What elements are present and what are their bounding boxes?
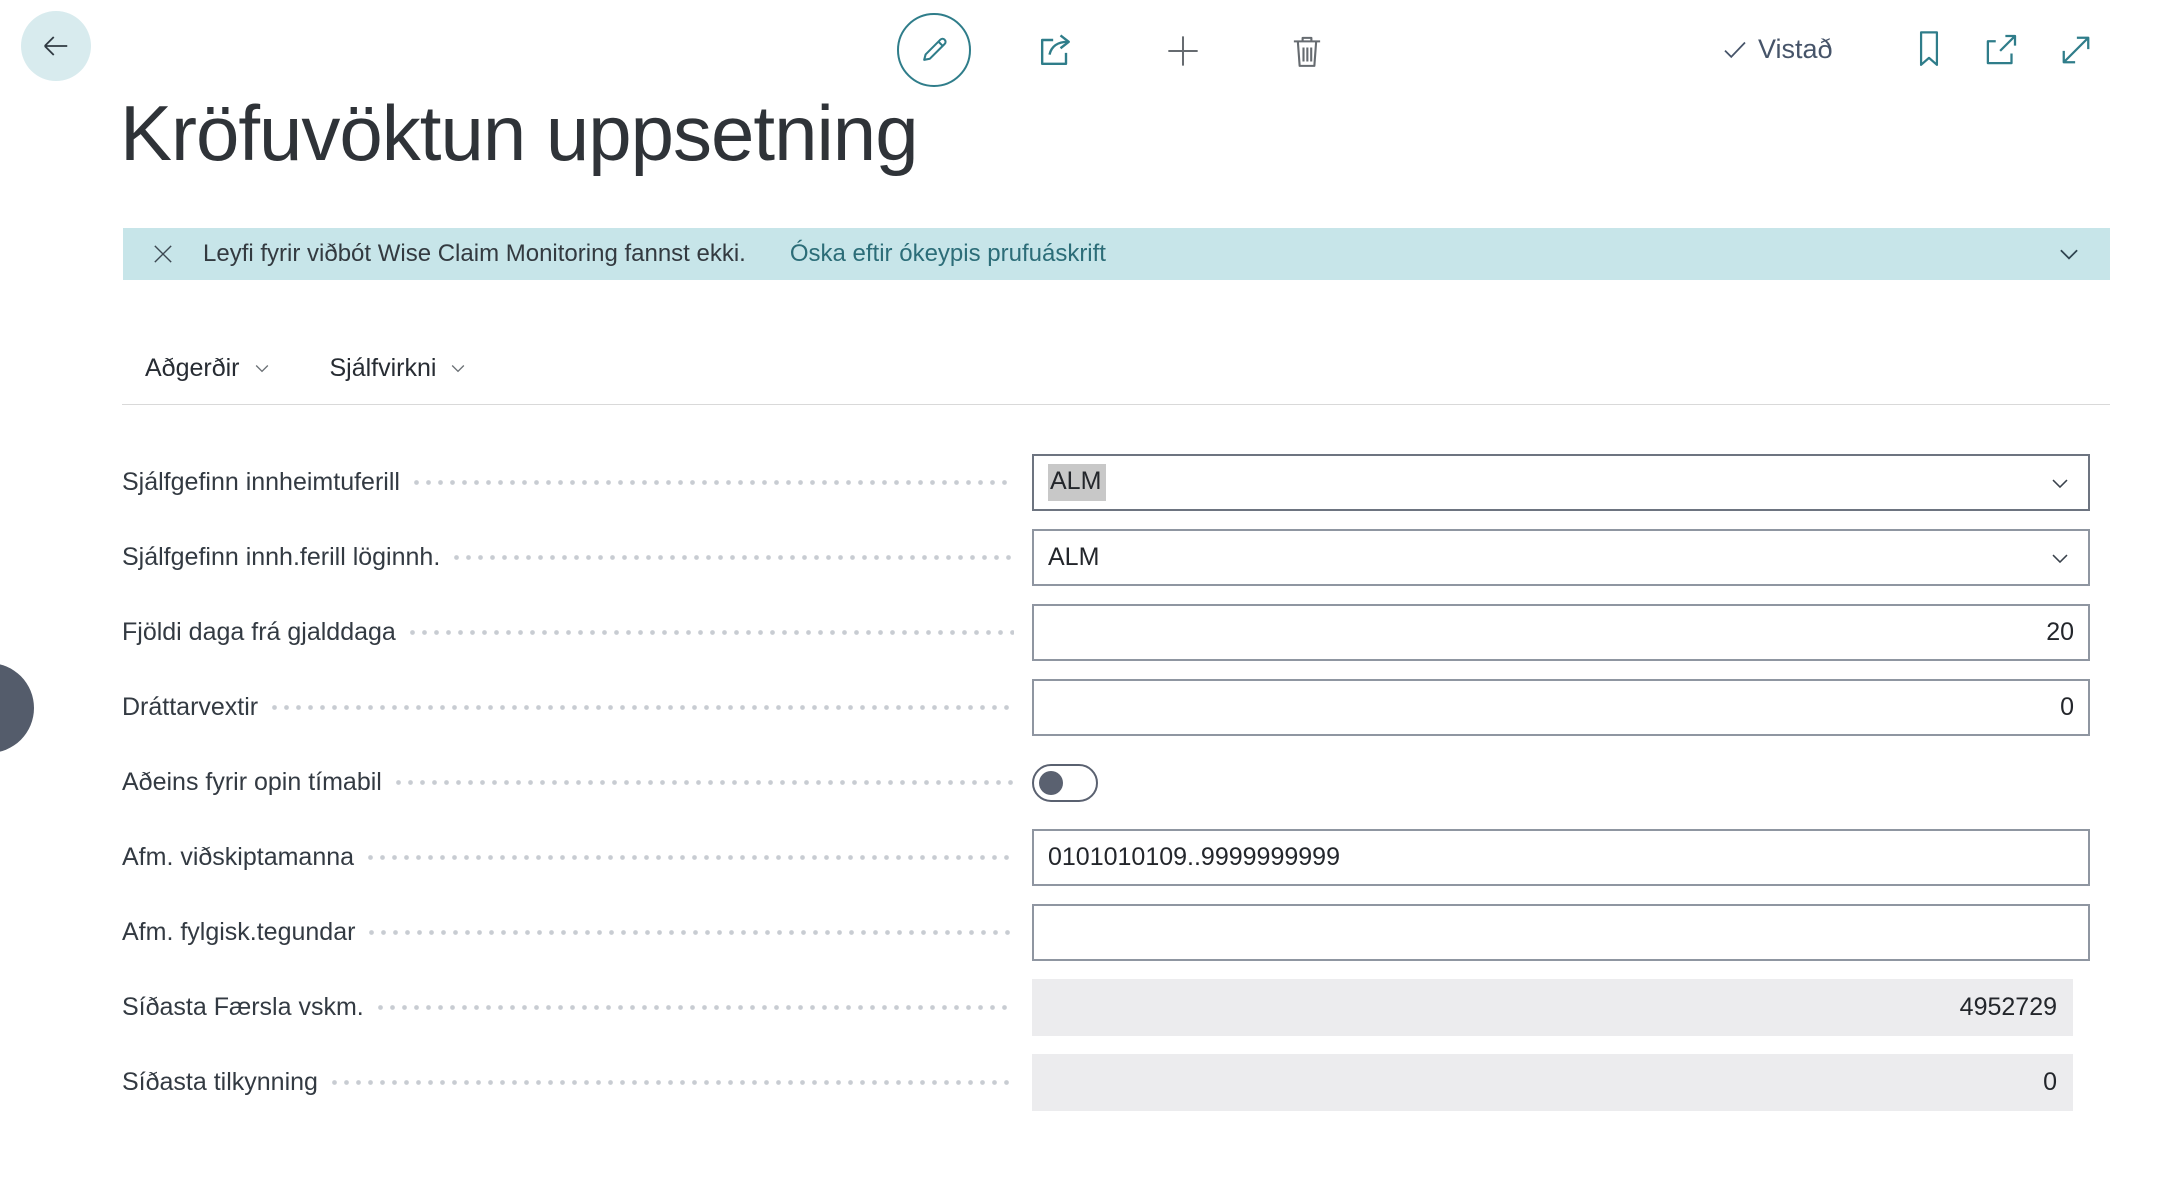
share-icon — [1033, 29, 1077, 73]
field-label: Dráttarvextir — [122, 693, 258, 722]
form-row-afm-fylgisk-tegundar: Afm. fylgisk.tegundar — [0, 895, 2166, 970]
dotted-leader — [272, 705, 1014, 710]
field-label: Afm. fylgisk.tegundar — [122, 918, 355, 947]
form-row-afm-vidskiptamanna: Afm. viðskiptamanna 0101010109..99999999… — [0, 820, 2166, 895]
field-label: Aðeins fyrir opin tímabil — [122, 768, 382, 797]
form-row-drattarvextir: Dráttarvextir 0 — [0, 670, 2166, 745]
dotted-leader — [396, 780, 1014, 785]
dotted-leader — [369, 930, 1014, 935]
chevron-down-icon — [2054, 239, 2084, 269]
field-value: 4952729 — [1960, 993, 2057, 1022]
pencil-icon — [915, 31, 953, 69]
dotted-leader — [414, 480, 1014, 485]
input-afm-fylgisk-tegundar[interactable] — [1032, 904, 2090, 961]
input-fjoldi-daga-fra-gjalddaga[interactable]: 20 — [1032, 604, 2090, 661]
combobox-sjalfgefinn-innheimtuferill[interactable]: ALM — [1032, 454, 2090, 511]
menu-actions-label: Aðgerðir — [145, 354, 240, 383]
input-afm-vidskiptamanna[interactable]: 0101010109..9999999999 — [1032, 829, 2090, 886]
banner-trial-link[interactable]: Óska eftir ókeypis prufuáskrift — [790, 240, 1106, 268]
dotted-leader — [378, 1005, 1014, 1010]
bookmark-button[interactable] — [1906, 24, 1952, 74]
dotted-leader — [454, 555, 1014, 560]
open-in-new-window-icon — [1980, 29, 2022, 71]
back-arrow-icon — [38, 28, 74, 64]
readonly-sidasta-tilkynning: 0 — [1032, 1054, 2073, 1111]
action-menubar: Aðgerðir Sjálfvirkni — [145, 344, 468, 392]
dotted-leader — [368, 855, 1014, 860]
field-label: Síðasta Færsla vskm. — [122, 993, 364, 1022]
dotted-leader — [332, 1080, 1014, 1085]
toggle-adeins-fyrir-opin-timabil[interactable] — [1032, 764, 1098, 802]
field-value-selected: ALM — [1048, 464, 1106, 501]
field-value: 0 — [2043, 1068, 2057, 1097]
field-label: Sjálfgefinn innh.ferill löginnh. — [122, 543, 440, 572]
trash-icon — [1286, 30, 1328, 72]
chevron-down-icon[interactable] — [2046, 544, 2074, 572]
input-drattarvextir[interactable]: 0 — [1032, 679, 2090, 736]
chevron-down-icon[interactable] — [2046, 469, 2074, 497]
expand-diagonal-icon — [2055, 29, 2097, 71]
readonly-sidasta-faersla-vskm: 4952729 — [1032, 979, 2073, 1036]
banner-expand-button[interactable] — [2054, 239, 2084, 269]
banner-message: Leyfi fyrir viðbót Wise Claim Monitoring… — [203, 240, 746, 268]
field-label: Fjöldi daga frá gjalddaga — [122, 618, 396, 647]
page: Vistað Kröfuvöktun uppsetning — [0, 0, 2166, 1196]
menu-actions[interactable]: Aðgerðir — [145, 354, 272, 383]
field-value: ALM — [1048, 543, 1099, 572]
form-row-sidasta-tilkynning: Síðasta tilkynning 0 — [0, 1045, 2166, 1120]
edit-button[interactable] — [897, 13, 971, 87]
back-button[interactable] — [21, 11, 91, 81]
save-status-label: Vistað — [1758, 34, 1833, 65]
dotted-leader — [410, 630, 1014, 635]
field-value: 20 — [2046, 618, 2074, 647]
notification-banner: Leyfi fyrir viðbót Wise Claim Monitoring… — [123, 228, 2110, 280]
form-row-fjoldi-daga-fra-gjalddaga: Fjöldi daga frá gjalddaga 20 — [0, 595, 2166, 670]
plus-icon — [1161, 29, 1205, 73]
form-row-sidasta-faersla-vskm: Síðasta Færsla vskm. 4952729 — [0, 970, 2166, 1045]
form-row-sjalfgefinn-innheimtuferill: Sjálfgefinn innheimtuferill ALM — [0, 445, 2166, 520]
combobox-sjalfgefinn-innhferill-loginnh[interactable]: ALM — [1032, 529, 2090, 586]
share-button[interactable] — [1030, 26, 1080, 76]
form-row-sjalfgefinn-innhferill-loginnh: Sjálfgefinn innh.ferill löginnh. ALM — [0, 520, 2166, 595]
save-status: Vistað — [1720, 34, 1833, 65]
close-icon — [149, 240, 177, 268]
delete-button[interactable] — [1282, 26, 1332, 76]
field-value: 0101010109..9999999999 — [1048, 843, 1340, 872]
banner-close-button[interactable] — [149, 240, 177, 268]
new-button[interactable] — [1158, 26, 1208, 76]
page-title: Kröfuvöktun uppsetning — [120, 88, 918, 179]
chevron-down-icon — [448, 358, 468, 378]
expand-button[interactable] — [2052, 26, 2100, 74]
field-label: Afm. viðskiptamanna — [122, 843, 354, 872]
field-value: 0 — [2060, 693, 2074, 722]
form-row-adeins-fyrir-opin-timabil: Aðeins fyrir opin tímabil — [0, 745, 2166, 820]
toggle-knob — [1039, 771, 1063, 795]
check-icon — [1720, 35, 1750, 65]
chevron-down-icon — [252, 358, 272, 378]
open-in-new-window-button[interactable] — [1976, 26, 2026, 74]
field-label: Sjálfgefinn innheimtuferill — [122, 468, 400, 497]
bookmark-icon — [1910, 27, 1948, 71]
settings-form: Sjálfgefinn innheimtuferill ALM Sjálfgef… — [0, 445, 2166, 1120]
menu-automation-label: Sjálfvirkni — [330, 354, 437, 383]
field-label: Síðasta tilkynning — [122, 1068, 318, 1097]
menubar-divider — [122, 404, 2110, 405]
menu-automation[interactable]: Sjálfvirkni — [330, 354, 469, 383]
